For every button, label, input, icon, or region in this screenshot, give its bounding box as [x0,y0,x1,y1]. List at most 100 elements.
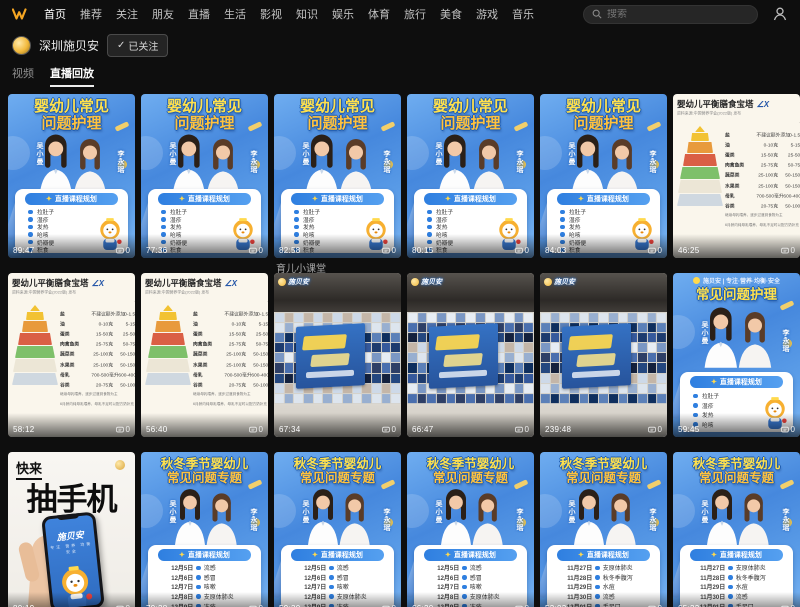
tab-1[interactable]: 直播回放 [50,65,94,87]
pagoda-subtitle: 资料来源:中国营养学会(2022版) 发布 [12,289,89,295]
nav-item-11[interactable]: 美食 [440,6,462,22]
pagoda-row: 蔬菜类25-100克50-150克 [725,170,800,180]
pagoda-illustration [12,299,58,410]
nav-item-3[interactable]: 朋友 [152,6,174,22]
view-count: 0 [382,425,396,434]
video-tile[interactable]: 秋冬季节婴幼儿常见问题专题 吴小曼 李永瑶 ✦直播课程规划 11月27日支原体肺… [673,452,800,607]
nav-item-13[interactable]: 音乐 [512,6,534,22]
nutrition-society-logo: ∠X [757,100,770,109]
video-tile[interactable]: 秋冬季节婴幼儿常见问题专题 吴小曼 李永瑶 ✦直播课程规划 12月5日流感12月… [274,452,401,607]
pagoda-row: 油0-10克5-15克 [193,318,268,328]
host-name-left: 吴小曼 [699,321,709,345]
panel-title: ✦直播课程规划 [557,193,649,205]
host-name-left: 吴小曼 [167,142,177,166]
video-tile[interactable]: 秋冬季节婴幼儿常见问题专题 吴小曼 李永瑶 ✦直播课程规划 11月27日支原体肺… [540,452,667,607]
view-count: 0 [116,246,130,255]
panel-title: ✦直播课程规划 [690,376,782,388]
poster-title: 婴幼儿常见问题护理 [540,99,667,133]
pagoda-row: 肉禽鱼类25-75克50-75克 [60,339,135,349]
video-tile[interactable]: 快来 抽手机 施贝安专注 营养 均衡 安全 80:19 0 [8,452,135,607]
search-icon [592,9,602,19]
host-name-left: 吴小曼 [566,142,576,166]
host-name-left: 吴小曼 [34,142,44,166]
grid-cell-13: 秋冬季节婴幼儿常见问题专题 吴小曼 李永瑶 ✦直播课程规划 12月5日流感12月… [141,452,268,607]
video-tile[interactable]: 施贝安 67:34 0 [274,273,401,437]
brand-watermark: 施贝安 [278,277,309,287]
host-name-right: 李永瑶 [381,150,391,174]
poster-title: 秋冬季节婴幼儿常见问题专题 [274,457,401,485]
nav-item-5[interactable]: 生活 [224,6,246,22]
video-tile[interactable]: 施贝安 239:48 0 [540,273,667,437]
nav-item-12[interactable]: 游戏 [476,6,498,22]
video-tile[interactable]: 秋冬季节婴幼儿常见问题专题 吴小曼 李永瑶 ✦直播课程规划 12月5日流感12月… [141,452,268,607]
video-tile[interactable]: 婴幼儿平衡膳食宝塔 ∠X 资料来源:中国营养学会(2022版) 发布 7-12月… [8,273,135,437]
nav-item-9[interactable]: 体育 [368,6,390,22]
video-tile[interactable]: 婴幼儿常见问题护理 吴小曼 李永瑶 ✦直播课程规划 拉肚子湿疹发热呛咳奶瓣便积食… [8,94,135,258]
pagoda-row: 水果类25-100克50-150克 [193,359,268,369]
pagoda-row: 油0-10克5-15克 [60,318,135,328]
pagoda-row: 油0-10克5-15克 [725,139,800,149]
nutrition-society-logo: ∠X [92,279,105,288]
video-tile[interactable]: 婴幼儿常见问题护理 吴小曼 李永瑶 ✦直播课程规划 拉肚子湿疹发热呛咳奶瓣便积食… [274,94,401,258]
schedule-panel: ✦直播课程规划 12月5日流感12月6日感冒12月7日咳嗽12月8日支原体肺炎1… [148,545,261,607]
lion-mascot-icon [53,563,98,607]
video-tile[interactable]: 施贝安 | 专注·营养·均衡·安全 常见问题护理 吴小曼 李永瑶 ✦直播课程规划… [673,273,800,437]
nav-item-8[interactable]: 娱乐 [332,6,354,22]
video-tile[interactable]: 婴幼儿常见问题护理 吴小曼 李永瑶 ✦直播课程规划 拉肚子湿疹发热呛咳奶瓣便积食… [407,94,534,258]
grid-cell-7: 婴幼儿平衡膳食宝塔 ∠X 资料来源:中国营养学会(2022版) 发布 7-12月… [141,273,268,437]
poster-title: 婴幼儿常见问题护理 [141,99,268,133]
danmaku-icon [515,247,523,255]
duration-label: 84:03 [545,246,567,255]
view-count: 0 [781,425,795,434]
nav-item-10[interactable]: 旅行 [404,6,426,22]
nav-item-6[interactable]: 影视 [260,6,282,22]
account-icon[interactable] [772,6,788,22]
duration-label: 67:34 [279,425,301,434]
panel-title: ✦直播课程规划 [158,549,250,561]
grid-cell-9: 施贝安 66:47 0 [407,273,534,437]
grid-cell-14: 秋冬季节婴幼儿常见问题专题 吴小曼 李永瑶 ✦直播课程规划 12月5日流感12月… [274,452,401,607]
pagoda-row: 水果类25-100克50-150克 [60,359,135,369]
pagoda-row: 蔬菜类25-100克50-150克 [60,349,135,359]
view-count: 0 [382,246,396,255]
video-tile[interactable]: 婴幼儿常见问题护理 吴小曼 李永瑶 ✦直播课程规划 拉肚子湿疹发热呛咳奶瓣便积食… [141,94,268,258]
poster-title: 婴幼儿常见问题护理 [274,99,401,133]
video-tile[interactable]: 施贝安 66:47 0 [407,273,534,437]
wall-banner [562,324,631,390]
follow-button[interactable]: ✓ 已关注 [107,34,168,57]
brand-logo-icon [693,277,700,284]
grid-cell-17: 秋冬季节婴幼儿常见问题专题 吴小曼 李永瑶 ✦直播课程规划 11月27日支原体肺… [673,452,800,607]
video-tile[interactable]: 婴幼儿平衡膳食宝塔 ∠X 资料来源:中国营养学会(2022版) 发布 7-12月… [141,273,268,437]
host-name-left: 吴小曼 [566,500,576,524]
view-count: 0 [648,246,662,255]
panel-title: ✦直播课程规划 [291,549,383,561]
video-tile[interactable]: 婴幼儿常见问题护理 吴小曼 李永瑶 ✦直播课程规划 拉肚子湿疹发热呛咳奶瓣便积食… [540,94,667,258]
app-logo-icon[interactable] [12,7,30,21]
danmaku-icon [249,426,257,434]
search-box[interactable] [583,5,758,24]
nav-item-0[interactable]: 首页 [44,6,66,22]
nav-item-4[interactable]: 直播 [188,6,210,22]
course-panel: ✦直播课程规划 拉肚子湿疹发热呛咳 [680,372,793,432]
pagoda-row: 谷类20-75克50-100克 [60,379,135,389]
pagoda-row: 谷类20-75克50-100克 [725,200,800,210]
pagoda-columns: 7-12月龄13-24月龄 [212,299,268,307]
schedule-panel: ✦直播课程规划 11月27日支原体肺炎11月28日秋冬季腹泻11月29日水痘11… [680,545,793,607]
channel-avatar[interactable] [12,36,31,55]
pagoda-illustration [677,120,723,231]
search-input[interactable] [607,9,727,20]
poster-title: 婴幼儿常见问题护理 [8,99,135,133]
schedule-panel: ✦直播课程规划 12月5日流感12月6日感冒12月7日咳嗽12月8日支原体肺炎1… [414,545,527,607]
nav-item-2[interactable]: 关注 [116,6,138,22]
video-tile[interactable]: 秋冬季节婴幼儿常见问题专题 吴小曼 李永瑶 ✦直播课程规划 12月5日流感12月… [407,452,534,607]
poster-title: 婴幼儿常见问题护理 [407,99,534,133]
tab-0[interactable]: 视频 [12,65,34,87]
panel-title: ✦直播课程规划 [557,549,649,561]
host-name-right: 李永瑶 [780,508,790,532]
nav-item-7[interactable]: 知识 [296,6,318,22]
danmaku-icon [781,247,789,255]
video-tile[interactable]: 婴幼儿平衡膳食宝塔 ∠X 资料来源:中国营养学会(2022版) 发布 7-12月… [673,94,800,258]
nav-item-1[interactable]: 推荐 [80,6,102,22]
duration-label: 66:47 [412,425,434,434]
host-name-right: 李永瑶 [514,508,524,532]
